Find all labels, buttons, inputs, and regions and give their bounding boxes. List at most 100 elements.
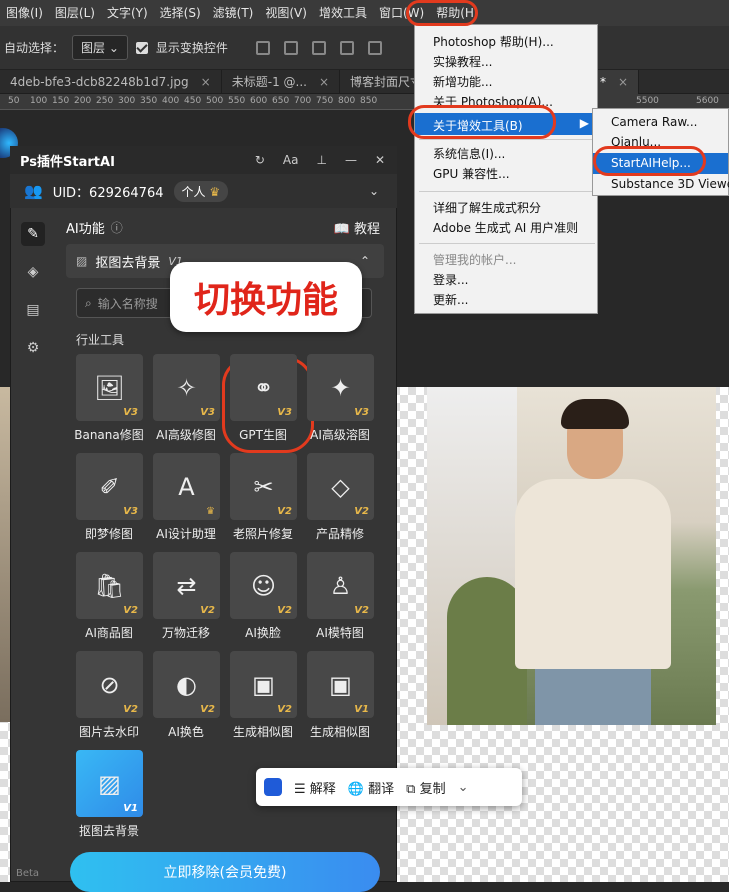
search-placeholder: 输入名称搜 — [97, 296, 158, 311]
document-tabs: 4deb-bfe3-dcb82248b1d7.jpg × 未标题-1 @... × 博客… — [0, 69, 729, 94]
copy-button[interactable]: ⧉ 复制 — [406, 778, 445, 797]
chevron-up-icon[interactable]: ⌃ — [360, 254, 370, 268]
tool-card[interactable]: ▣ V2 — [230, 651, 297, 718]
remove-bg-button[interactable]: 立即移除(会员免费) — [70, 852, 380, 892]
ruler-mark: 5500 — [636, 96, 659, 106]
help-menu-item[interactable]: 管理我的帐户... — [433, 251, 516, 268]
align-left-icon[interactable] — [255, 40, 270, 55]
magic-wand-icon: ✧ — [176, 373, 197, 402]
settings-icon[interactable]: ⚙ — [21, 336, 45, 360]
cutout-icon: ▨ — [98, 769, 121, 798]
tool-card[interactable]: ◇ V2 — [307, 453, 374, 520]
close-icon[interactable]: ✕ — [375, 153, 385, 167]
tool-label: Banana修图 — [74, 428, 144, 442]
align-top-icon[interactable] — [339, 40, 354, 55]
document-tab[interactable]: 4deb-bfe3-dcb82248b1d7.jpg × — [0, 69, 222, 94]
ruler-mark: 700 — [294, 96, 312, 106]
remove-bg-label: 立即移除(会员免费) — [163, 865, 287, 881]
translate-button[interactable]: 🌐 翻译 — [348, 778, 394, 797]
help-menu-item[interactable]: GPU 兼容性... — [433, 165, 510, 182]
help-menu-item[interactable]: 系统信息(I)... — [433, 145, 505, 162]
tutorial-link[interactable]: 📖 教程 — [334, 218, 380, 237]
chevron-down-icon[interactable]: ⌄ — [458, 780, 469, 795]
tool-card[interactable]: A ♛ — [153, 453, 220, 520]
crown-icon: ♛ — [206, 506, 215, 517]
menu-item[interactable]: 滤镜(T) — [207, 0, 260, 26]
user-bar: 👥 UID：629264764 个人 ♛ ⌄ — [10, 174, 397, 208]
floating-toolbar: ☰ 解释 🌐 翻译 ⧉ 复制 ⌄ — [256, 768, 522, 806]
refresh-icon[interactable]: ↻ — [255, 153, 265, 167]
ruler-mark: 5600 — [696, 96, 719, 106]
help-menu-item[interactable]: 登录... — [433, 271, 468, 288]
menu-item[interactable]: 增效工具 — [313, 0, 373, 26]
tool-label: 老照片修复 — [232, 527, 293, 541]
minimize-icon[interactable]: — — [345, 153, 357, 167]
menu-item[interactable]: 图像(I) — [0, 0, 49, 26]
personal-label: 个人 — [181, 184, 206, 199]
help-menu: Photoshop 帮助(H)... 实操教程... 新增功能... 关于 Photo… — [414, 24, 598, 314]
tool-card[interactable]: ⊘ V2 — [76, 651, 143, 718]
personal-badge[interactable]: 个人 ♛ — [173, 180, 229, 202]
layers-icon[interactable]: ◈ — [21, 260, 45, 284]
version-badge: V2 — [277, 704, 292, 715]
tool-card[interactable]: ⚭ V3 — [230, 354, 297, 421]
plugins-submenu-item[interactable]: Substance 3D Viewer — [611, 177, 729, 191]
edit-icon[interactable]: ✎ — [21, 222, 45, 246]
tool-card[interactable]: ▨ V1 — [76, 750, 143, 817]
menu-item[interactable]: 选择(S) — [154, 0, 207, 26]
plugins-submenu-item[interactable]: Camera Raw... — [611, 115, 698, 129]
design-assistant-icon: A — [178, 472, 195, 501]
gpt-icon: ⚭ — [253, 373, 274, 402]
tool-card[interactable]: ✂ V2 — [230, 453, 297, 520]
help-menu-item[interactable]: 新增功能... — [433, 73, 492, 90]
menu-bar: 图像(I) 图层(L) 文字(Y) 选择(S) 滤镜(T) 视图(V) 增效工具 窗口(W) 帮… — [0, 0, 729, 26]
tool-card[interactable]: ✐ V3 — [76, 453, 143, 520]
align-center-icon[interactable] — [283, 40, 298, 55]
panel-title: Ps插件StartAI — [20, 154, 115, 170]
document-tab[interactable]: 未标题-1 @... × — [222, 69, 341, 94]
tool-label: 生成相似图 — [232, 725, 293, 739]
help-menu-item[interactable]: Adobe 生成式 AI 用户准则 — [433, 219, 578, 236]
similar-image-icon: ▣ — [252, 670, 275, 699]
tool-card[interactable]: ⇄ V2 — [153, 552, 220, 619]
tool-card[interactable]: ☺ V2 — [230, 552, 297, 619]
chevron-down-icon[interactable]: ⌄ — [369, 184, 379, 198]
tool-card[interactable]: ▣ V1 — [307, 651, 374, 718]
info-icon[interactable]: ⓘ — [111, 219, 123, 236]
pin-icon[interactable]: ⊥ — [316, 153, 326, 167]
ruler-mark: 600 — [250, 96, 268, 106]
tab-label: 4deb-bfe3-dcb82248b1d7.jpg — [10, 74, 189, 89]
version-badge: V3 — [123, 506, 138, 517]
tool-card[interactable]: ✦ V3 — [307, 354, 374, 421]
font-size-icon[interactable]: Aa — [283, 153, 299, 167]
help-menu-item[interactable]: Photoshop 帮助(H)... — [433, 33, 554, 50]
tool-card[interactable]: ◐ V2 — [153, 651, 220, 718]
explain-button[interactable]: ☰ 解释 — [294, 778, 336, 797]
ruler-mark: 100 — [30, 96, 48, 106]
close-tab-icon[interactable]: × — [618, 75, 628, 89]
dream-brush-icon: ✐ — [99, 472, 120, 501]
tool-card[interactable]: 🛍 V2 — [76, 552, 143, 619]
menu-item[interactable]: 文字(Y) — [101, 0, 154, 26]
tool-label: 即梦修图 — [84, 527, 133, 541]
help-menu-item[interactable]: 实操教程... — [433, 53, 492, 70]
align-right-icon[interactable] — [311, 40, 326, 55]
tool-card[interactable]: ♙ V2 — [307, 552, 374, 619]
show-transform-checkbox[interactable] — [135, 41, 148, 54]
help-menu-item[interactable]: 更新... — [433, 291, 468, 308]
close-tab-icon[interactable]: × — [319, 75, 329, 89]
close-tab-icon[interactable]: × — [201, 75, 211, 89]
document-icon[interactable]: ▤ — [21, 298, 45, 322]
align-middle-icon[interactable] — [367, 40, 382, 55]
shopping-bag-icon: 🛍 — [94, 571, 125, 600]
section-label: 行业工具 — [76, 333, 125, 347]
layer-select[interactable]: 图层 ⌄ — [72, 35, 128, 60]
tool-card[interactable]: ✧ V3 — [153, 354, 220, 421]
search-icon: ⌕ — [85, 295, 92, 310]
tool-card[interactable]: 🖼 V3 — [76, 354, 143, 421]
menu-item[interactable]: 图层(L) — [49, 0, 101, 26]
help-menu-item[interactable]: 详细了解生成式积分 — [433, 199, 541, 216]
submenu-arrow-icon: ▶ — [579, 116, 589, 130]
menu-item[interactable]: 视图(V) — [259, 0, 313, 26]
translate-label: 翻译 — [368, 781, 395, 797]
